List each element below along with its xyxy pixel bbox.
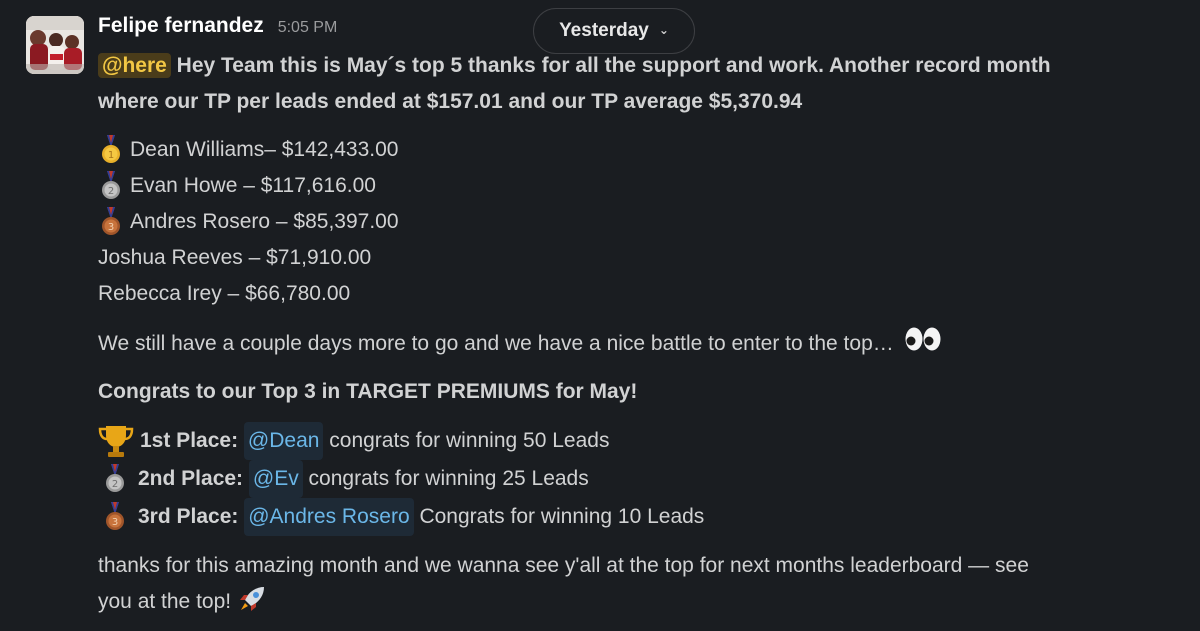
avatar[interactable] <box>26 16 84 74</box>
svg-text:1: 1 <box>108 150 114 161</box>
place-label: 1st Place: <box>140 429 239 452</box>
message-content: Felipe fernandez 5:05 PM @here Hey Team … <box>98 14 1190 620</box>
place-text: congrats for winning 50 Leads <box>323 429 610 452</box>
leaderboard-row: 1 Dean Williams– $142,433.00 <box>98 132 1190 168</box>
place-label: 2nd Place: <box>138 467 244 490</box>
gold-medal-icon: 1 <box>102 135 120 163</box>
rocket-icon <box>239 587 264 611</box>
bronze-medal-icon: 3 <box>102 207 120 235</box>
intro-text-1: Hey Team this is May´s top 5 thanks for … <box>170 54 1051 77</box>
intro-line-2: where our TP per leads ended at $157.01 … <box>98 90 803 113</box>
leaderboard-entry: Andres Rosero – $85,397.00 <box>130 210 399 233</box>
place-row: 2 2nd Place: @Ev congrats for winning 25… <box>98 460 1190 498</box>
place-text: Congrats for winning 10 Leads <box>413 505 705 528</box>
place-row: 3 3rd Place: @Andres Rosero Congrats for… <box>98 498 1190 536</box>
closing-line-1: thanks for this amazing month and we wan… <box>98 554 1029 577</box>
svg-text:2: 2 <box>108 186 114 197</box>
leaderboard-entry: Rebecca Irey – $66,780.00 <box>98 282 351 305</box>
bronze-medal-icon: 3 <box>106 502 124 530</box>
battle-text: We still have a couple days more to go a… <box>98 332 894 355</box>
place-text: congrats for winning 25 Leads <box>302 467 589 490</box>
user-mention-ev[interactable]: @Ev <box>248 460 303 498</box>
leaderboard-entry: Evan Howe – $117,616.00 <box>130 174 376 197</box>
leaderboard-row: 2 Evan Howe – $117,616.00 <box>98 168 1190 204</box>
trophy-icon <box>98 426 134 457</box>
leaderboard-entry: Dean Williams– $142,433.00 <box>130 138 399 161</box>
here-mention[interactable]: @here <box>98 53 171 78</box>
silver-medal-icon: 2 <box>106 464 124 492</box>
user-mention-dean[interactable]: @Dean <box>243 422 324 460</box>
svg-text:3: 3 <box>112 517 118 528</box>
sender-name[interactable]: Felipe fernandez <box>98 14 264 38</box>
place-label: 3rd Place: <box>138 505 239 528</box>
leaderboard-entry: Joshua Reeves – $71,910.00 <box>98 246 372 269</box>
timestamp[interactable]: 5:05 PM <box>278 19 338 37</box>
intro-line-1: @here Hey Team this is May´s top 5 thank… <box>98 48 1190 84</box>
eyes-icon <box>905 327 941 351</box>
congrats-heading: Congrats to our Top 3 in TARGET PREMIUMS… <box>98 380 638 403</box>
battle-line: We still have a couple days more to go a… <box>98 324 1190 362</box>
place-row: 1st Place: @Dean congrats for winning 50… <box>98 422 1190 460</box>
user-mention-andres-rosero[interactable]: @Andres Rosero <box>244 498 414 536</box>
message: Yesterday ⌄ Felipe fernandez 5:05 PM @he… <box>0 0 1200 631</box>
silver-medal-icon: 2 <box>102 171 120 199</box>
svg-text:2: 2 <box>112 479 118 490</box>
closing-text-2: you at the top! <box>98 590 237 613</box>
message-header: Felipe fernandez 5:05 PM <box>98 14 1190 48</box>
svg-text:3: 3 <box>108 222 114 233</box>
leaderboard-row: 3 Andres Rosero – $85,397.00 <box>98 204 1190 240</box>
avatar-image <box>26 16 84 74</box>
closing-line-2: you at the top! <box>98 584 1190 620</box>
